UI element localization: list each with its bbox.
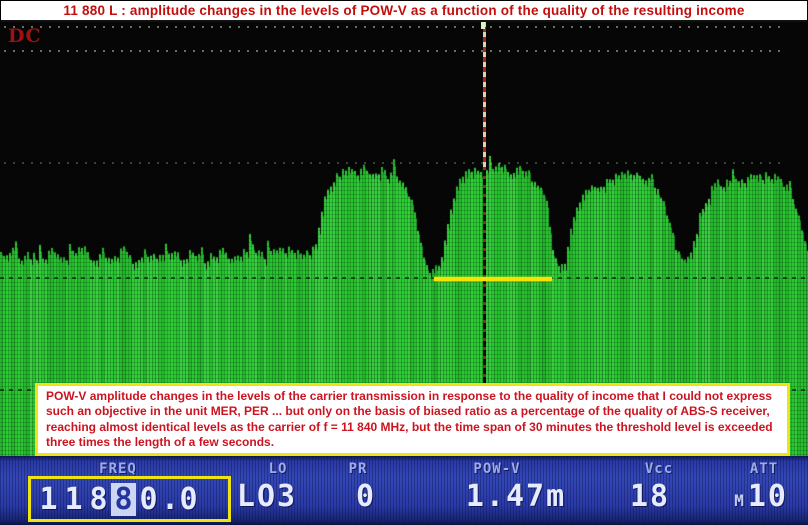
vcc-label: Vcc <box>645 461 673 477</box>
graticule-row <box>4 162 784 164</box>
annotation-line: such an objective in the unit MER, PER .… <box>46 404 787 419</box>
freq-digit: 1 <box>36 483 61 516</box>
att-label: ATT <box>750 461 778 477</box>
annotation-box: POW-V amplitude changes in the levels of… <box>35 383 790 456</box>
graticule-row <box>0 277 808 279</box>
freq-value[interactable]: 11880.0 <box>36 483 201 516</box>
annotation-line: reaching almost identical levels as the … <box>46 420 787 435</box>
dc-indicator: DC <box>8 25 42 47</box>
status-bar: FREQ LO PR POW-V Vcc ATT 11880.0 LO3 0 1… <box>0 456 808 525</box>
freq-digit: 0 <box>136 483 161 516</box>
freq-label: FREQ <box>99 461 137 477</box>
freq-value-box[interactable]: 11880.0 <box>28 476 231 522</box>
threshold-marker-line <box>434 277 552 281</box>
pr-label: PR <box>349 461 368 477</box>
annotation-line: POW-V amplitude changes in the levels of… <box>46 389 787 404</box>
center-marker-line <box>483 22 486 170</box>
pr-value: 0 <box>356 482 376 512</box>
annotation-line: three times the length of a few seconds. <box>46 435 787 450</box>
att-value-group: M 10 <box>734 482 788 512</box>
att-value: 10 <box>748 482 788 512</box>
title-bar: 11 880 L : amplitude changes in the leve… <box>0 0 808 22</box>
graticule-row <box>4 26 784 28</box>
satellite-meter-screenshot: 11 880 L : amplitude changes in the leve… <box>0 0 808 525</box>
graticule-row <box>4 50 784 52</box>
freq-digit: 8 <box>111 483 136 516</box>
center-marker-tick-icon <box>481 22 485 29</box>
freq-digit: 8 <box>86 483 111 516</box>
freq-digit: 1 <box>61 483 86 516</box>
powv-label: POW-V <box>473 461 520 477</box>
vcc-value: 18 <box>630 482 670 512</box>
title-text: 11 880 L : amplitude changes in the leve… <box>63 3 744 18</box>
lo-value: LO3 <box>237 482 297 512</box>
lo-label: LO <box>269 461 288 477</box>
freq-digit: 0 <box>176 483 201 516</box>
spectrum-screen: DC POW-V amplitude changes in the levels… <box>0 22 808 456</box>
att-mode-prefix: M <box>734 493 744 509</box>
freq-digit: . <box>161 483 176 516</box>
powv-value: 1.47m <box>466 482 566 512</box>
